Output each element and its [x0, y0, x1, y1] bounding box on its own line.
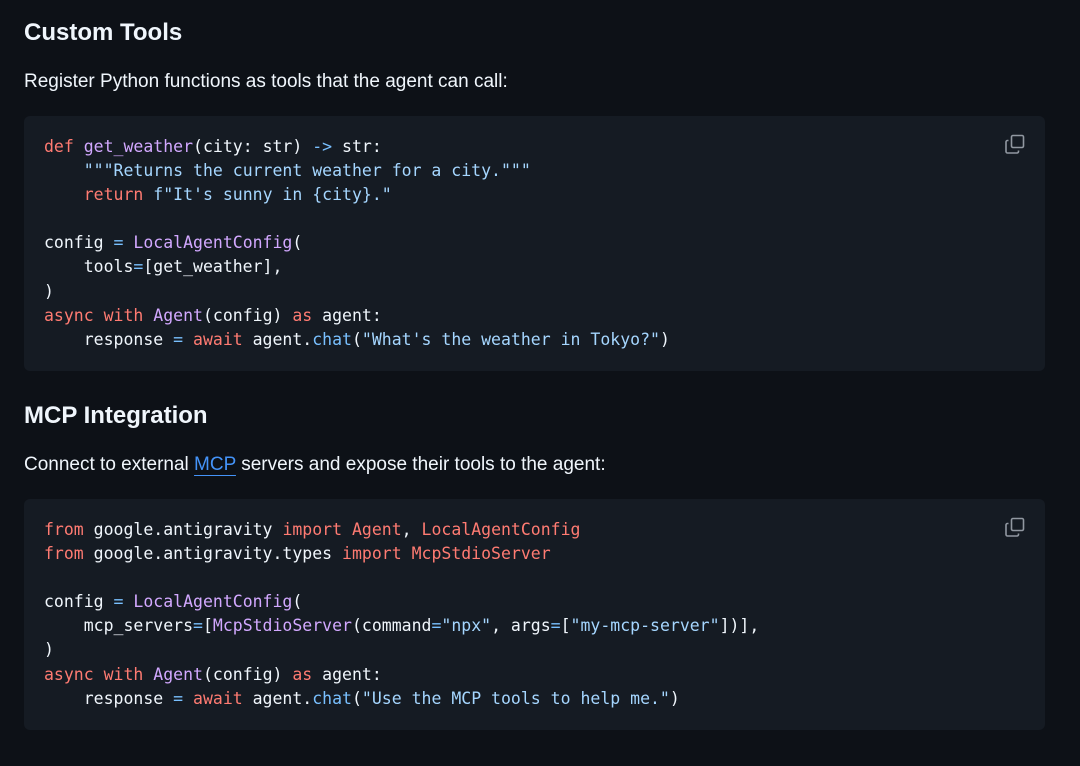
mcp-link[interactable]: MCP	[194, 454, 236, 475]
code-mcp-integration: from google.antigravity import Agent, Lo…	[44, 518, 1025, 711]
code-line: from google.antigravity import Agent, Lo…	[44, 520, 581, 539]
code-line: mcp_servers=[McpStdioServer(command="npx…	[44, 616, 760, 636]
code-line: """Returns the current weather for a cit…	[83, 161, 531, 181]
code-line: response = await agent.chat("What's the …	[44, 329, 670, 349]
copy-icon	[1005, 517, 1025, 537]
mcp-intro-before: Connect to external	[24, 454, 195, 475]
code-block-mcp-integration: from google.antigravity import Agent, Lo…	[24, 499, 1045, 730]
code-line: config = LocalAgentConfig(	[44, 592, 303, 612]
code-line: async with Agent(config) as agent:	[44, 664, 382, 684]
mcp-intro: Connect to external MCP servers and expo…	[24, 451, 606, 479]
code-line: async with Agent(config) as agent:	[44, 305, 382, 325]
code-line: from google.antigravity.types import Mcp…	[44, 544, 551, 564]
copy-button[interactable]	[1001, 130, 1029, 158]
custom-tools-intro: Register Python functions as tools that …	[24, 71, 508, 92]
markdown-page: Custom Tools Register Python functions a…	[0, 0, 1080, 766]
heading-custom-tools: Custom Tools	[24, 19, 183, 46]
code-line: )	[44, 281, 54, 301]
code-line: tools=[get_weather],	[44, 257, 283, 277]
code-custom-tools: def get_weather(city: str) -> str: """Re…	[44, 135, 1025, 352]
code-line: def get_weather(city: str) -> str:	[44, 137, 382, 156]
code-line: config = LocalAgentConfig(	[44, 233, 303, 253]
code-block-custom-tools: def get_weather(city: str) -> str: """Re…	[24, 116, 1045, 371]
code-line: response = await agent.chat("Use the MCP…	[44, 688, 680, 708]
copy-icon	[1005, 134, 1025, 154]
heading-mcp-integration: MCP Integration	[24, 402, 208, 429]
code-line: return f"It's sunny in {city}."	[83, 185, 392, 205]
code-line: )	[44, 640, 54, 660]
copy-button[interactable]	[1001, 513, 1029, 541]
mcp-intro-after: servers and expose their tools to the ag…	[235, 454, 606, 475]
